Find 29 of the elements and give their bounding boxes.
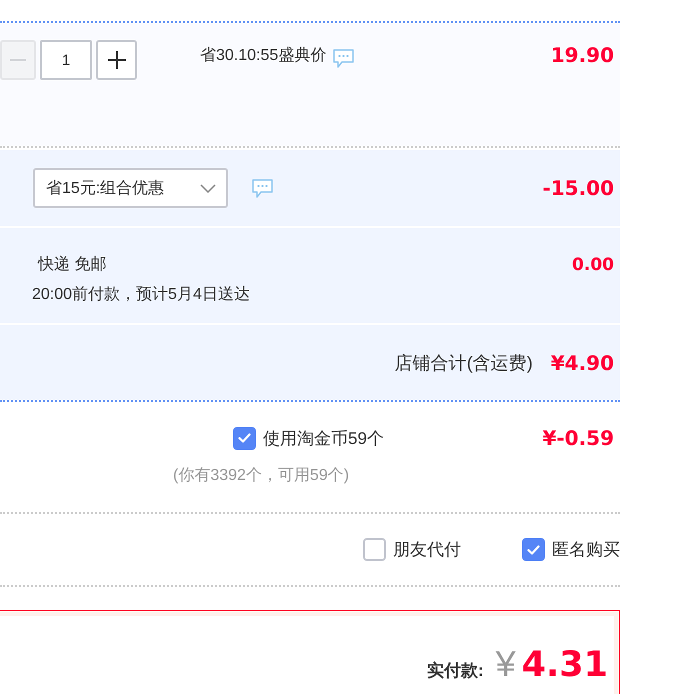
coin-discount-amount: ¥-0.59: [542, 426, 614, 450]
option-label: 朋友代付: [393, 539, 461, 561]
store-total-amount: ¥4.90: [550, 350, 614, 374]
coin-label: 使用淘金币59个: [263, 428, 384, 450]
coin-balance-note: (你有3392个，可用59个): [173, 466, 350, 486]
minus-icon: [10, 59, 26, 61]
checkbox[interactable]: [363, 538, 386, 561]
checkbox[interactable]: [233, 426, 256, 450]
payment-amount: 4.31: [522, 644, 608, 687]
chat-bubble-icon: [333, 48, 354, 68]
shipping-method: 快递 免邮: [36, 254, 106, 275]
payment-label: 实付款:: [426, 660, 484, 682]
chevron-down-icon: [200, 184, 216, 192]
delivery-estimate: 20:00前付款，预计5月4日送达: [32, 284, 250, 305]
promo-label: 省30.10:55盛典价: [200, 46, 326, 66]
currency-symbol: ¥: [496, 642, 516, 686]
quantity-field[interactable]: 1: [40, 40, 92, 80]
checkmark-icon: [238, 433, 251, 443]
discount-amount: -15.00: [542, 176, 614, 200]
store-total-label: 店铺合计(含运费): [394, 352, 533, 374]
checkmark-icon: [527, 544, 540, 554]
increase-button[interactable]: [96, 40, 137, 80]
shipping-fee: 0.00: [572, 254, 614, 277]
checkbox[interactable]: [522, 538, 545, 561]
item-price: 19.90: [550, 42, 614, 69]
chat-bubble-icon: [252, 178, 273, 198]
discount-dropdown[interactable]: 省15元:组合优惠: [33, 168, 228, 208]
plus-icon: [108, 51, 126, 69]
option-label: 匿名购买: [552, 539, 620, 561]
